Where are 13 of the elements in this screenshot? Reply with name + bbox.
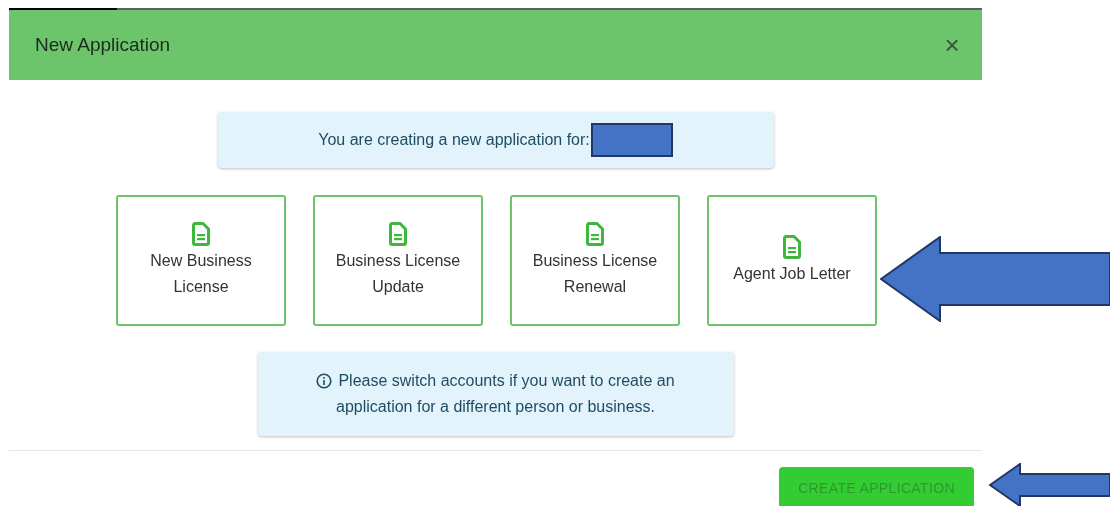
document-icon [389,221,407,246]
application-type-card[interactable]: Agent Job Letter [707,195,877,326]
info-icon [316,373,333,389]
document-icon [783,234,801,259]
application-type-card[interactable]: New Business License [116,195,286,326]
document-icon [192,221,210,246]
application-type-card[interactable]: Business License Renewal [510,195,680,326]
document-icon [586,221,604,246]
application-type-card[interactable]: Business License Update [313,195,483,326]
dialog-title: New Application [35,32,171,57]
info-notice-text: Please switch accounts if you want to create an application for a different person or business. [336,372,675,415]
close-button[interactable]: × [940,33,964,57]
account-notice-text: You are creating a new application for: [318,130,590,150]
